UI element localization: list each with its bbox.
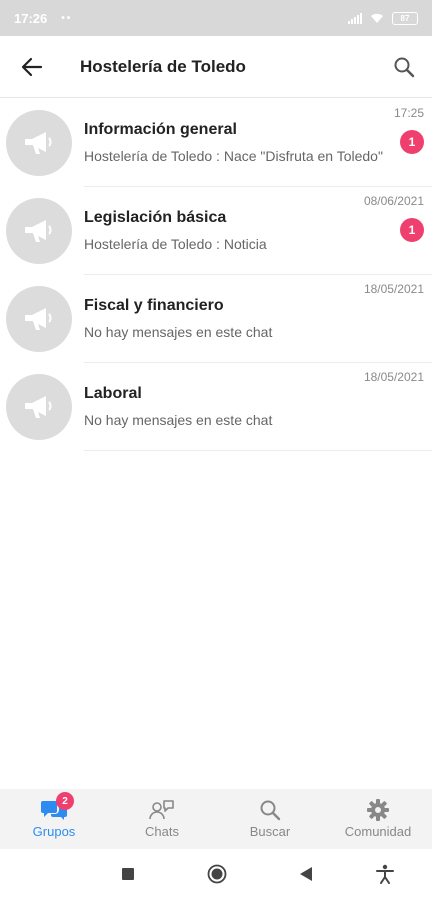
chats-icon [149,800,174,820]
square-icon [122,868,134,880]
back-button[interactable] [0,36,64,98]
group-content: Fiscal y financiero No hay mensajes en e… [84,275,432,363]
battery-icon: 87 [392,11,418,25]
megaphone-icon [25,308,52,330]
system-nav-bar [0,849,432,900]
arrow-left-icon [21,57,43,76]
megaphone-icon [25,132,52,154]
nav-label: Grupos [32,824,76,839]
nav-label: Chats [145,824,179,839]
accessibility-button[interactable] [374,863,396,885]
message-time: 18/05/2021 [363,370,424,384]
nav-chats[interactable]: Chats [108,789,216,849]
group-name: Legislación básica [84,209,227,226]
nav-badge: 2 [56,792,74,810]
last-message-preview: Hostelería de Toledo : Nace "Disfruta en… [84,148,383,164]
megaphone-icon [25,396,52,418]
group-row[interactable]: Información general Hostelería de Toledo… [0,99,432,187]
app-bar: Hostelería de Toledo [0,36,432,98]
group-avatar [6,286,72,352]
group-row[interactable]: Legislación básica Hostelería de Toledo … [0,187,432,275]
last-message-preview: No hay mensajes en este chat [84,412,273,428]
nav-grupos[interactable]: 2 Grupos [0,789,108,849]
signal-icon [348,12,362,24]
group-avatar [6,110,72,176]
nav-label: Comunidad [344,824,412,839]
megaphone-icon [25,220,52,242]
triangle-back-icon [300,867,312,881]
last-message-preview: Hostelería de Toledo : Noticia [84,236,267,252]
unread-badge: 1 [400,130,424,154]
status-bar: 17:26 •• 87 [0,0,432,36]
message-time: 18/05/2021 [363,282,424,296]
nav-comunidad[interactable]: Comunidad [324,789,432,849]
group-content: Información general Hostelería de Toledo… [84,99,432,187]
recents-button[interactable] [117,863,139,885]
message-time: 17:25 [393,106,424,120]
unread-badge: 1 [400,218,424,242]
back-nav-button[interactable] [295,863,317,885]
accessibility-icon [376,864,394,884]
nav-label: Buscar [249,824,291,839]
group-row[interactable]: Fiscal y financiero No hay mensajes en e… [0,275,432,363]
status-time: 17:26 [14,10,48,26]
group-name: Información general [84,121,237,138]
group-content: Laboral No hay mensajes en este chat 18/… [84,363,432,451]
group-list: Información general Hostelería de Toledo… [0,99,432,451]
group-avatar [6,198,72,264]
last-message-preview: No hay mensajes en este chat [84,324,273,340]
group-content: Legislación básica Hostelería de Toledo … [84,187,432,275]
wifi-icon [371,13,383,23]
home-button[interactable] [206,863,228,885]
search-icon [394,57,415,77]
battery-level: 87 [400,13,410,23]
group-avatar [6,374,72,440]
gear-icon [367,799,389,821]
search-button[interactable] [376,36,432,98]
search-icon [260,800,281,821]
notification-dots: •• [61,12,73,24]
nav-buscar[interactable]: Buscar [216,789,324,849]
page-title: Hostelería de Toledo [80,56,246,76]
message-time: 08/06/2021 [363,194,424,208]
bottom-navigation: 2 Grupos Chats Buscar Comunidad [0,789,432,849]
group-row[interactable]: Laboral No hay mensajes en este chat 18/… [0,363,432,451]
home-circle-icon [207,864,227,884]
group-name: Fiscal y financiero [84,297,224,314]
group-name: Laboral [84,385,142,402]
